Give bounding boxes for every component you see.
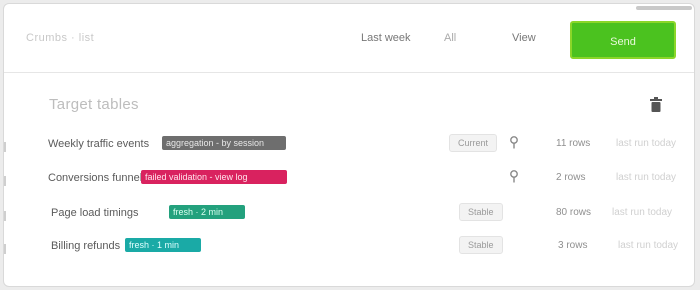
status-pill[interactable]: Stable [459, 203, 503, 221]
table-row[interactable]: Weekly traffic events aggregation - by s… [4, 131, 694, 163]
row-name[interactable]: Conversions funnel [48, 172, 142, 184]
table-row[interactable]: Conversions funnel failed validation - v… [4, 165, 694, 197]
view-toggle[interactable]: View [512, 32, 536, 44]
row-name[interactable]: Page load timings [51, 207, 138, 219]
status-tag: aggregation - by session [162, 136, 286, 150]
row-last-run: last run today [616, 172, 677, 183]
table-row[interactable]: Billing refunds fresh · 1 min Stable 3 r… [4, 233, 694, 265]
row-marker [4, 211, 6, 221]
row-marker [4, 142, 6, 152]
breadcrumb[interactable]: Crumbs · list [26, 32, 94, 44]
top-bar: Crumbs · list Last week All View Send [4, 4, 694, 73]
scope-filter[interactable]: All [444, 32, 456, 44]
row-last-run: last run today [612, 207, 673, 218]
row-count: 2 rows [556, 172, 586, 183]
status-pill[interactable]: Stable [459, 236, 503, 254]
row-name[interactable]: Weekly traffic events [48, 138, 149, 150]
status-tag: fresh · 1 min [125, 238, 201, 252]
row-last-run: last run today [616, 138, 677, 149]
pin-icon[interactable] [510, 170, 518, 183]
section-title: Target tables [49, 96, 139, 113]
row-count: 80 rows [556, 207, 592, 218]
table-row[interactable]: Page load timings fresh · 2 min Stable 8… [4, 200, 694, 232]
trash-icon[interactable] [649, 97, 663, 113]
row-marker [4, 176, 6, 186]
status-pill[interactable]: Current [449, 134, 498, 152]
row-name[interactable]: Billing refunds [51, 240, 120, 252]
row-count: 3 rows [558, 240, 588, 251]
row-marker [4, 244, 6, 254]
app-window: Crumbs · list Last week All View Send Ta… [3, 3, 695, 287]
status-tag: failed validation - view log [141, 170, 287, 184]
row-count: 11 rows [556, 138, 591, 149]
date-range-filter[interactable]: Last week [361, 32, 411, 44]
row-last-run: last run today [618, 240, 679, 251]
pin-icon[interactable] [510, 136, 518, 149]
send-button[interactable]: Send [570, 21, 676, 59]
status-tag: fresh · 2 min [169, 205, 245, 219]
